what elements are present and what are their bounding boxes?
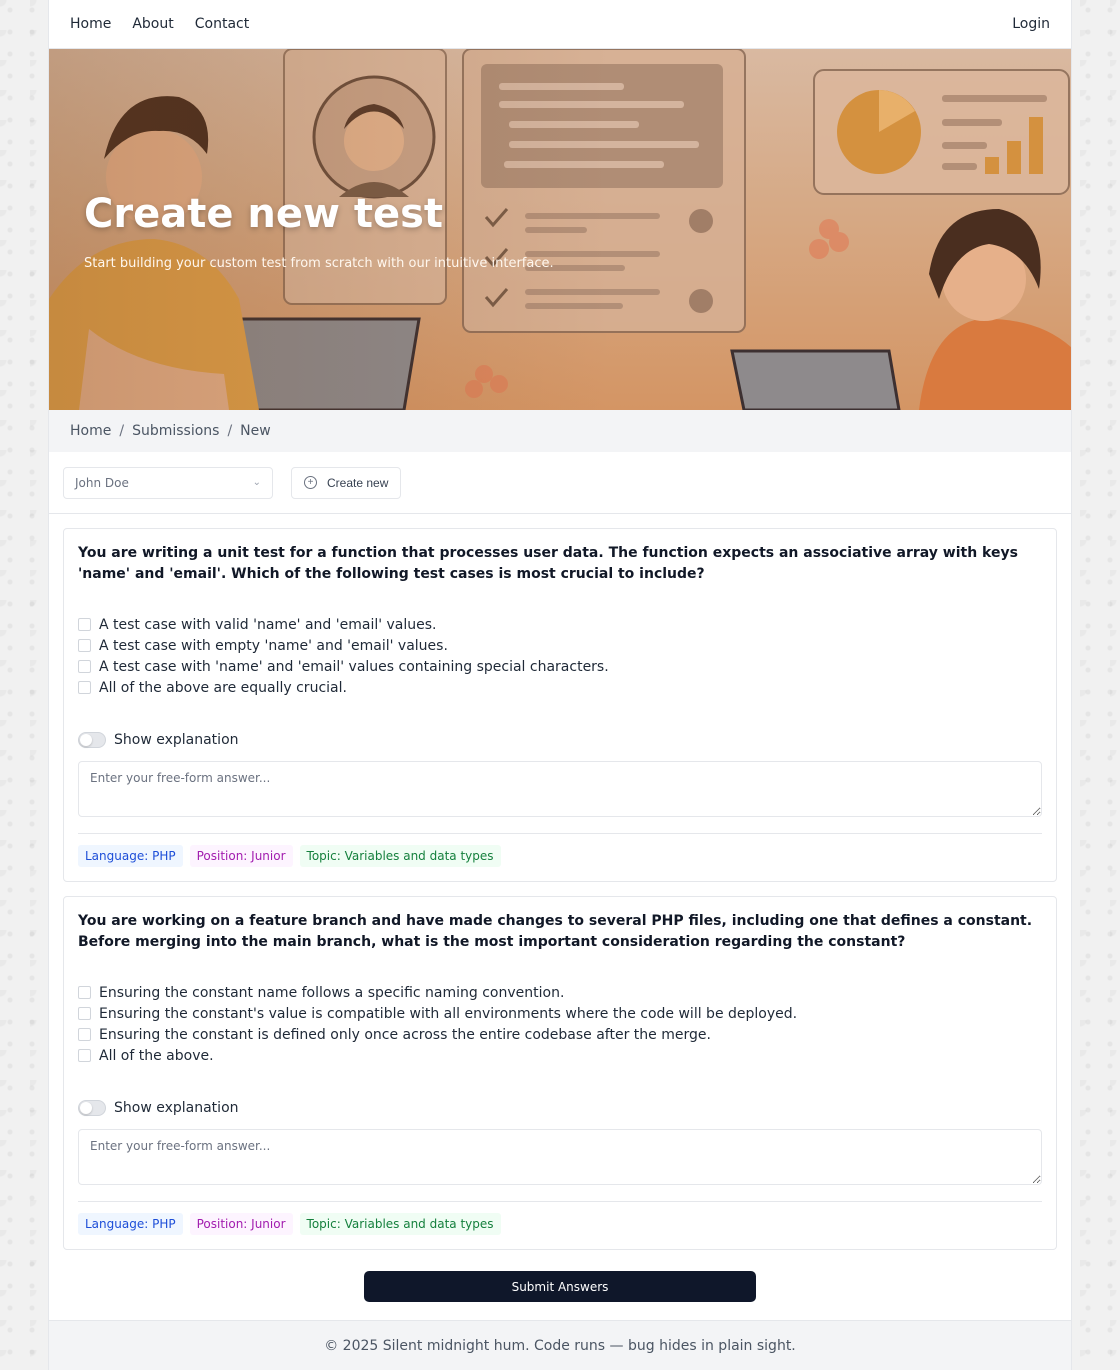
show-explanation-label: Show explanation (114, 732, 239, 748)
answer-option[interactable]: A test case with 'name' and 'email' valu… (78, 658, 1042, 675)
option-checkbox[interactable] (78, 1049, 91, 1062)
hero-banner: Create new test Start building your cust… (49, 49, 1071, 410)
breadcrumb-separator: / (119, 423, 125, 439)
toolbar: John Doe ⌄ + Create new (49, 452, 1071, 514)
question-tags: Language: PHP Position: Junior Topic: Va… (78, 833, 1042, 881)
option-label: All of the above are equally crucial. (99, 679, 347, 696)
answer-options: A test case with valid 'name' and 'email… (78, 616, 1042, 696)
show-explanation-toggle[interactable] (78, 1100, 106, 1116)
option-checkbox[interactable] (78, 618, 91, 631)
plus-circle-icon: + (304, 476, 317, 489)
user-select[interactable]: John Doe ⌄ (63, 466, 273, 499)
submit-area: Submit Answers (49, 1271, 1071, 1302)
option-checkbox[interactable] (78, 1028, 91, 1041)
option-checkbox[interactable] (78, 681, 91, 694)
question-text: You are working on a feature branch and … (78, 913, 1033, 950)
option-checkbox[interactable] (78, 986, 91, 999)
free-form-answer-input[interactable] (78, 761, 1042, 817)
option-label: A test case with 'name' and 'email' valu… (99, 658, 609, 675)
option-checkbox[interactable] (78, 660, 91, 673)
option-label: Ensuring the constant's value is compati… (99, 1005, 798, 1022)
nav-link-about[interactable]: About (132, 16, 173, 32)
breadcrumb-home[interactable]: Home (70, 423, 111, 439)
question-card: You are writing a unit test for a functi… (63, 528, 1057, 882)
create-new-button[interactable]: + Create new (291, 466, 402, 499)
page-title: Create new test (84, 191, 444, 237)
footer: © 2025 Silent midnight hum. Code runs — … (49, 1320, 1071, 1370)
position-tag: Position: Junior (189, 1213, 293, 1235)
question-tags: Language: PHP Position: Junior Topic: Va… (78, 1201, 1042, 1249)
explanation-toggle-row: Show explanation (78, 1100, 1042, 1116)
submit-answers-button[interactable]: Submit Answers (364, 1271, 756, 1302)
option-label: A test case with valid 'name' and 'email… (99, 616, 437, 633)
chevron-down-icon: ⌄ (252, 477, 261, 488)
answer-option[interactable]: A test case with empty 'name' and 'email… (78, 637, 1042, 654)
answer-option[interactable]: All of the above are equally crucial. (78, 679, 1042, 696)
option-checkbox[interactable] (78, 639, 91, 652)
login-link[interactable]: Login (1012, 16, 1050, 32)
topic-tag: Topic: Variables and data types (299, 1213, 501, 1235)
answer-option[interactable]: Ensuring the constant name follows a spe… (78, 984, 1042, 1001)
position-tag: Position: Junior (189, 845, 293, 867)
nav-link-contact[interactable]: Contact (195, 16, 249, 32)
create-new-label: Create new (327, 475, 389, 490)
language-tag: Language: PHP (78, 1213, 183, 1235)
top-nav: Home About Contact Login (49, 0, 1071, 49)
show-explanation-toggle[interactable] (78, 732, 106, 748)
answer-option[interactable]: All of the above. (78, 1047, 1042, 1064)
breadcrumb-current: New (240, 423, 271, 439)
footer-text: © 2025 Silent midnight hum. Code runs — … (324, 1337, 796, 1354)
answer-options: Ensuring the constant name follows a spe… (78, 984, 1042, 1064)
show-explanation-label: Show explanation (114, 1100, 239, 1116)
option-label: A test case with empty 'name' and 'email… (99, 637, 448, 654)
answer-option[interactable]: Ensuring the constant is defined only on… (78, 1026, 1042, 1043)
breadcrumb-submissions[interactable]: Submissions (132, 423, 219, 439)
option-label: Ensuring the constant name follows a spe… (99, 984, 565, 1001)
breadcrumb: Home / Submissions / New (49, 410, 1071, 452)
question-card: You are working on a feature branch and … (63, 896, 1057, 1250)
option-label: All of the above. (99, 1047, 214, 1064)
topic-tag: Topic: Variables and data types (299, 845, 501, 867)
page-subtitle: Start building your custom test from scr… (84, 256, 554, 271)
language-tag: Language: PHP (78, 845, 183, 867)
nav-link-home[interactable]: Home (70, 16, 111, 32)
nav-links: Home About Contact (70, 16, 249, 32)
answer-option[interactable]: A test case with valid 'name' and 'email… (78, 616, 1042, 633)
breadcrumb-separator: / (227, 423, 233, 439)
explanation-toggle-row: Show explanation (78, 732, 1042, 748)
free-form-answer-input[interactable] (78, 1129, 1042, 1185)
page-container: Home About Contact Login Create new test… (48, 0, 1072, 1370)
option-checkbox[interactable] (78, 1007, 91, 1020)
answer-option[interactable]: Ensuring the constant's value is compati… (78, 1005, 1042, 1022)
user-select-value: John Doe (75, 475, 129, 490)
question-text: You are writing a unit test for a functi… (78, 545, 1018, 582)
option-label: Ensuring the constant is defined only on… (99, 1026, 711, 1043)
